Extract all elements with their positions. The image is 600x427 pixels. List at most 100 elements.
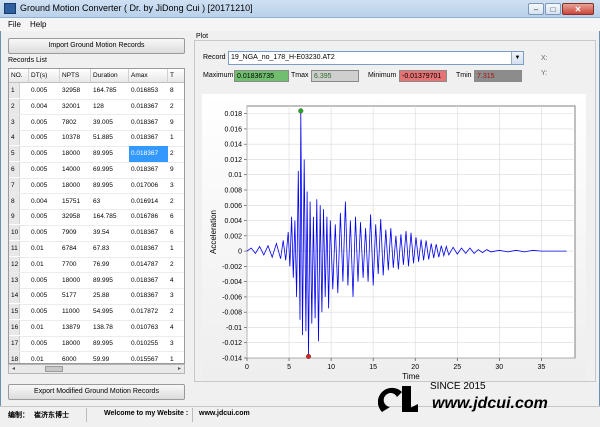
table-cell[interactable]: 54.995 xyxy=(91,304,129,320)
table-cell[interactable]: 7 xyxy=(9,178,29,194)
column-header[interactable]: DT(s) xyxy=(29,69,60,83)
table-cell[interactable]: 4 xyxy=(9,130,29,146)
table-cell[interactable]: 6784 xyxy=(60,241,91,257)
table-cell[interactable]: 39.005 xyxy=(91,115,129,131)
table-cell[interactable]: 0.01 xyxy=(29,257,60,273)
table-cell[interactable]: 0.018367 xyxy=(129,273,168,289)
table-cell[interactable]: 8 xyxy=(168,83,184,99)
table-cell[interactable]: 18000 xyxy=(60,178,91,194)
table-cell[interactable]: 0.018367 xyxy=(129,99,168,115)
table-cell[interactable]: 76.99 xyxy=(91,257,129,273)
table-cell[interactable]: 59.99 xyxy=(91,352,129,363)
table-cell[interactable]: 1 xyxy=(168,352,184,363)
column-header[interactable]: T xyxy=(168,69,184,83)
table-cell[interactable]: 51.885 xyxy=(91,130,129,146)
table-cell[interactable]: 2 xyxy=(168,99,184,115)
table-cell[interactable]: 2 xyxy=(168,257,184,273)
table-cell[interactable]: 89.995 xyxy=(91,146,129,162)
table-cell[interactable]: 17 xyxy=(9,336,29,352)
table-cell[interactable]: 138.78 xyxy=(91,320,129,336)
export-records-button[interactable]: Export Modified Ground Motion Records xyxy=(8,384,185,400)
records-table[interactable]: NO. DT(s) NPTS Duration Amax T 1 0.005 32958 164.… xyxy=(8,68,185,364)
table-cell[interactable]: 3 xyxy=(168,336,184,352)
table-cell[interactable]: 0.005 xyxy=(29,130,60,146)
column-header[interactable]: Duration xyxy=(91,69,129,83)
table-cell[interactable]: 14000 xyxy=(60,162,91,178)
maximize-button[interactable]: □ xyxy=(545,3,561,15)
table-cell[interactable]: 9 xyxy=(168,115,184,131)
table-cell[interactable]: 7700 xyxy=(60,257,91,273)
acceleration-chart[interactable]: -0.014 -0.012 -0.01 -0.008 -0.006 -0.004 -0.00… xyxy=(202,94,586,381)
table-cell[interactable]: 0.010255 xyxy=(129,336,168,352)
horizontal-scrollbar[interactable]: ◂ ▸ xyxy=(8,364,185,374)
table-cell[interactable]: 0.015567 xyxy=(129,352,168,363)
scroll-left-icon[interactable]: ◂ xyxy=(9,365,18,373)
table-cell[interactable]: 5 xyxy=(9,146,29,162)
table-cell[interactable]: 63 xyxy=(91,194,129,210)
table-cell[interactable]: 9 xyxy=(9,209,29,225)
column-header[interactable]: NPTS xyxy=(60,69,91,83)
scroll-thumb[interactable] xyxy=(45,366,63,372)
table-cell[interactable]: 6000 xyxy=(60,352,91,363)
table-cell[interactable]: 0.01 xyxy=(29,352,60,363)
minimize-button[interactable]: – xyxy=(528,3,544,15)
selected-table-cell[interactable]: 0.018367 xyxy=(129,146,168,163)
table-cell[interactable]: 3 xyxy=(168,288,184,304)
table-cell[interactable]: 0.005 xyxy=(29,209,60,225)
table-cell[interactable]: 6 xyxy=(9,162,29,178)
table-cell[interactable]: 0.005 xyxy=(29,273,60,289)
table-cell[interactable]: 12 xyxy=(9,257,29,273)
table-cell[interactable]: 164.785 xyxy=(91,209,129,225)
table-cell[interactable]: 0.004 xyxy=(29,99,60,115)
table-cell[interactable]: 1 xyxy=(168,130,184,146)
table-cell[interactable]: 0.005 xyxy=(29,83,60,99)
table-cell[interactable]: 0.005 xyxy=(29,225,60,241)
table-cell[interactable]: 0.016786 xyxy=(129,209,168,225)
table-cell[interactable]: 128 xyxy=(91,99,129,115)
table-cell[interactable]: 7909 xyxy=(60,225,91,241)
table-cell[interactable]: 0.010763 xyxy=(129,320,168,336)
table-cell[interactable]: 1 xyxy=(168,241,184,257)
table-cell[interactable]: 9 xyxy=(168,162,184,178)
table-cell[interactable]: 0.01 xyxy=(29,241,60,257)
import-records-button[interactable]: Import Ground Motion Records xyxy=(8,38,185,54)
table-cell[interactable]: 164.785 xyxy=(91,83,129,99)
table-cell[interactable]: 2 xyxy=(9,99,29,115)
table-cell[interactable]: 0.014787 xyxy=(129,257,168,273)
table-cell[interactable]: 25.88 xyxy=(91,288,129,304)
table-cell[interactable]: 32958 xyxy=(60,83,91,99)
table-cell[interactable]: 7802 xyxy=(60,115,91,131)
table-cell[interactable]: 13 xyxy=(9,273,29,289)
column-header[interactable]: NO. xyxy=(9,69,29,83)
table-cell[interactable]: 18000 xyxy=(60,336,91,352)
table-cell[interactable]: 4 xyxy=(168,273,184,289)
table-cell[interactable]: 0.017006 xyxy=(129,178,168,194)
table-cell[interactable]: 39.54 xyxy=(91,225,129,241)
table-cell[interactable]: 0.004 xyxy=(29,194,60,210)
table-cell[interactable]: 14 xyxy=(9,288,29,304)
table-cell[interactable]: 0.005 xyxy=(29,178,60,194)
table-cell[interactable]: 2 xyxy=(168,194,184,210)
table-cell[interactable]: 0.018367 xyxy=(129,241,168,257)
column-header[interactable]: Amax xyxy=(129,69,168,83)
table-cell[interactable]: 0.018367 xyxy=(129,115,168,131)
table-cell[interactable]: 11000 xyxy=(60,304,91,320)
table-cell[interactable]: 6 xyxy=(168,225,184,241)
table-cell[interactable]: 0.016853 xyxy=(129,83,168,99)
table-cell[interactable]: 18 xyxy=(9,352,29,363)
menu-help[interactable]: Help xyxy=(30,20,46,29)
table-cell[interactable]: 15 xyxy=(9,304,29,320)
menu-file[interactable]: File xyxy=(8,20,21,29)
website-link[interactable]: www.jdcui.com xyxy=(199,410,250,417)
table-cell[interactable]: 0.018367 xyxy=(129,288,168,304)
table-cell[interactable]: 16 xyxy=(9,320,29,336)
close-button[interactable]: ✕ xyxy=(562,3,594,15)
table-cell[interactable]: 13879 xyxy=(60,320,91,336)
table-cell[interactable]: 0.005 xyxy=(29,304,60,320)
table-cell[interactable]: 0.016914 xyxy=(129,194,168,210)
table-cell[interactable]: 32001 xyxy=(60,99,91,115)
table-cell[interactable]: 89.995 xyxy=(91,178,129,194)
table-cell[interactable]: 0.005 xyxy=(29,288,60,304)
table-cell[interactable]: 0.018367 xyxy=(129,225,168,241)
table-cell[interactable]: 15751 xyxy=(60,194,91,210)
